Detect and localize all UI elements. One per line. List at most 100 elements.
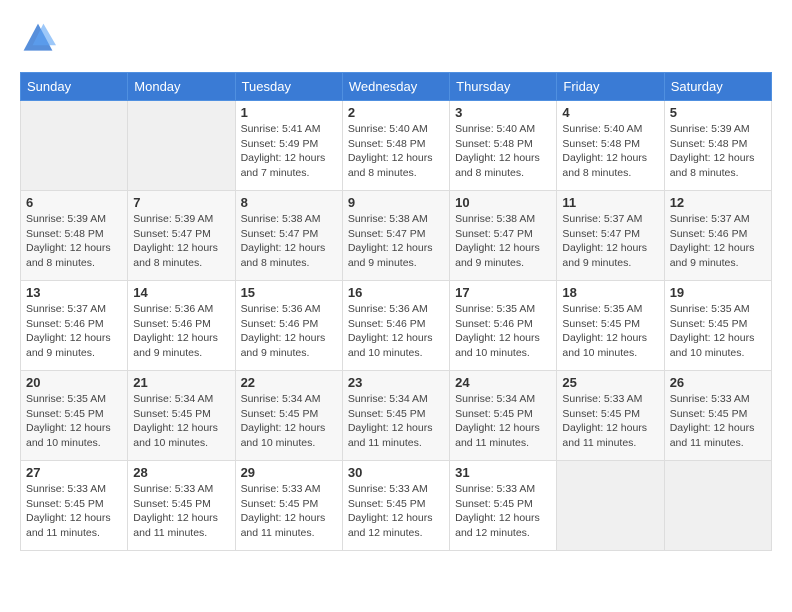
day-header-monday: Monday (128, 73, 235, 101)
day-info: Sunrise: 5:40 AMSunset: 5:48 PMDaylight:… (455, 122, 551, 181)
day-info: Sunrise: 5:37 AMSunset: 5:47 PMDaylight:… (562, 212, 658, 271)
calendar-cell: 7Sunrise: 5:39 AMSunset: 5:47 PMDaylight… (128, 191, 235, 281)
day-info: Sunrise: 5:40 AMSunset: 5:48 PMDaylight:… (348, 122, 444, 181)
calendar-week-4: 20 Sunrise: 5:35 AMSunset: 5:45 PMDayligh… (21, 371, 772, 461)
calendar-cell: 25 Sunrise: 5:33 AMSunset: 5:45 PMDayligh… (557, 371, 664, 461)
calendar-cell: 14 Sunrise: 5:36 AMSunset: 5:46 PMDayligh… (128, 281, 235, 371)
day-number: 8 (241, 195, 337, 210)
page-header (20, 20, 772, 56)
calendar-cell (557, 461, 664, 551)
day-number: 21 (133, 375, 229, 390)
calendar-cell: 5 Sunrise: 5:39 AMSunset: 5:48 PMDaylight… (664, 101, 771, 191)
day-number: 3 (455, 105, 551, 120)
calendar-cell: 29Sunrise: 5:33 AMSunset: 5:45 PMDayligh… (235, 461, 342, 551)
calendar-cell: 19 Sunrise: 5:35 AMSunset: 5:45 PMDayligh… (664, 281, 771, 371)
day-header-tuesday: Tuesday (235, 73, 342, 101)
day-info: Sunrise: 5:40 AMSunset: 5:48 PMDaylight:… (562, 122, 658, 181)
day-number: 25 (562, 375, 658, 390)
calendar-cell: 10 Sunrise: 5:38 AMSunset: 5:47 PMDayligh… (450, 191, 557, 281)
calendar-cell: 22 Sunrise: 5:34 AMSunset: 5:45 PMDayligh… (235, 371, 342, 461)
day-number: 14 (133, 285, 229, 300)
day-info: Sunrise: 5:37 AMSunset: 5:46 PMDaylight:… (670, 212, 766, 271)
day-info: Sunrise: 5:36 AMSunset: 5:46 PMDaylight:… (241, 302, 337, 361)
day-info: Sunrise: 5:34 AMSunset: 5:45 PMDaylight:… (241, 392, 337, 451)
day-number: 22 (241, 375, 337, 390)
day-info: Sunrise: 5:39 AMSunset: 5:48 PMDaylight:… (670, 122, 766, 181)
calendar-cell: 27Sunrise: 5:33 AMSunset: 5:45 PMDayligh… (21, 461, 128, 551)
calendar-week-1: 1 Sunrise: 5:41 AMSunset: 5:49 PMDaylight… (21, 101, 772, 191)
calendar-cell: 24 Sunrise: 5:34 AMSunset: 5:45 PMDayligh… (450, 371, 557, 461)
day-number: 1 (241, 105, 337, 120)
day-info: Sunrise: 5:35 AMSunset: 5:45 PMDaylight:… (562, 302, 658, 361)
calendar-cell: 16 Sunrise: 5:36 AMSunset: 5:46 PMDayligh… (342, 281, 449, 371)
day-number: 13 (26, 285, 122, 300)
day-info: Sunrise: 5:38 AMSunset: 5:47 PMDaylight:… (455, 212, 551, 271)
day-number: 17 (455, 285, 551, 300)
day-number: 11 (562, 195, 658, 210)
calendar-cell: 4 Sunrise: 5:40 AMSunset: 5:48 PMDaylight… (557, 101, 664, 191)
day-number: 10 (455, 195, 551, 210)
day-number: 5 (670, 105, 766, 120)
day-header-thursday: Thursday (450, 73, 557, 101)
calendar-week-2: 6Sunrise: 5:39 AMSunset: 5:48 PMDaylight… (21, 191, 772, 281)
calendar-cell (21, 101, 128, 191)
day-number: 2 (348, 105, 444, 120)
day-info: Sunrise: 5:34 AMSunset: 5:45 PMDaylight:… (455, 392, 551, 451)
calendar-cell: 12 Sunrise: 5:37 AMSunset: 5:46 PMDayligh… (664, 191, 771, 281)
day-info: Sunrise: 5:35 AMSunset: 5:45 PMDaylight:… (26, 392, 122, 451)
logo-icon (20, 20, 56, 56)
day-info: Sunrise: 5:41 AMSunset: 5:49 PMDaylight:… (241, 122, 337, 181)
day-info: Sunrise: 5:36 AMSunset: 5:46 PMDaylight:… (133, 302, 229, 361)
calendar-cell: 1 Sunrise: 5:41 AMSunset: 5:49 PMDaylight… (235, 101, 342, 191)
day-info: Sunrise: 5:34 AMSunset: 5:45 PMDaylight:… (348, 392, 444, 451)
day-number: 15 (241, 285, 337, 300)
calendar-cell: 30 Sunrise: 5:33 AMSunset: 5:45 PMDayligh… (342, 461, 449, 551)
day-number: 7 (133, 195, 229, 210)
calendar-cell: 17 Sunrise: 5:35 AMSunset: 5:46 PMDayligh… (450, 281, 557, 371)
day-info: Sunrise: 5:33 AMSunset: 5:45 PMDaylight:… (562, 392, 658, 451)
day-number: 4 (562, 105, 658, 120)
day-number: 29 (241, 465, 337, 480)
day-info: Sunrise: 5:35 AMSunset: 5:46 PMDaylight:… (455, 302, 551, 361)
calendar-cell: 31 Sunrise: 5:33 AMSunset: 5:45 PMDayligh… (450, 461, 557, 551)
day-info: Sunrise: 5:33 AMSunset: 5:45 PMDaylight:… (670, 392, 766, 451)
calendar-cell: 6Sunrise: 5:39 AMSunset: 5:48 PMDaylight… (21, 191, 128, 281)
day-number: 19 (670, 285, 766, 300)
calendar-cell: 13 Sunrise: 5:37 AMSunset: 5:46 PMDayligh… (21, 281, 128, 371)
day-info: Sunrise: 5:33 AMSunset: 5:45 PMDaylight:… (133, 482, 229, 541)
day-info: Sunrise: 5:38 AMSunset: 5:47 PMDaylight:… (241, 212, 337, 271)
day-number: 20 (26, 375, 122, 390)
day-header-friday: Friday (557, 73, 664, 101)
day-number: 26 (670, 375, 766, 390)
calendar-header-row: SundayMondayTuesdayWednesdayThursdayFrid… (21, 73, 772, 101)
day-header-wednesday: Wednesday (342, 73, 449, 101)
day-info: Sunrise: 5:33 AMSunset: 5:45 PMDaylight:… (455, 482, 551, 541)
calendar-cell: 2 Sunrise: 5:40 AMSunset: 5:48 PMDaylight… (342, 101, 449, 191)
day-number: 28 (133, 465, 229, 480)
day-header-saturday: Saturday (664, 73, 771, 101)
day-number: 12 (670, 195, 766, 210)
logo (20, 20, 60, 56)
calendar-cell: 3 Sunrise: 5:40 AMSunset: 5:48 PMDaylight… (450, 101, 557, 191)
calendar-cell: 20 Sunrise: 5:35 AMSunset: 5:45 PMDayligh… (21, 371, 128, 461)
day-info: Sunrise: 5:39 AMSunset: 5:48 PMDaylight:… (26, 212, 122, 271)
day-info: Sunrise: 5:37 AMSunset: 5:46 PMDaylight:… (26, 302, 122, 361)
calendar-cell: 23 Sunrise: 5:34 AMSunset: 5:45 PMDayligh… (342, 371, 449, 461)
day-number: 16 (348, 285, 444, 300)
calendar-cell (664, 461, 771, 551)
day-info: Sunrise: 5:35 AMSunset: 5:45 PMDaylight:… (670, 302, 766, 361)
day-number: 31 (455, 465, 551, 480)
calendar-cell: 15 Sunrise: 5:36 AMSunset: 5:46 PMDayligh… (235, 281, 342, 371)
day-info: Sunrise: 5:33 AMSunset: 5:45 PMDaylight:… (26, 482, 122, 541)
day-number: 9 (348, 195, 444, 210)
day-number: 24 (455, 375, 551, 390)
calendar-cell: 28 Sunrise: 5:33 AMSunset: 5:45 PMDayligh… (128, 461, 235, 551)
day-number: 18 (562, 285, 658, 300)
calendar-cell: 9Sunrise: 5:38 AMSunset: 5:47 PMDaylight… (342, 191, 449, 281)
calendar-cell: 21Sunrise: 5:34 AMSunset: 5:45 PMDayligh… (128, 371, 235, 461)
day-number: 23 (348, 375, 444, 390)
day-info: Sunrise: 5:36 AMSunset: 5:46 PMDaylight:… (348, 302, 444, 361)
day-number: 30 (348, 465, 444, 480)
calendar-cell: 18 Sunrise: 5:35 AMSunset: 5:45 PMDayligh… (557, 281, 664, 371)
day-info: Sunrise: 5:33 AMSunset: 5:45 PMDaylight:… (348, 482, 444, 541)
